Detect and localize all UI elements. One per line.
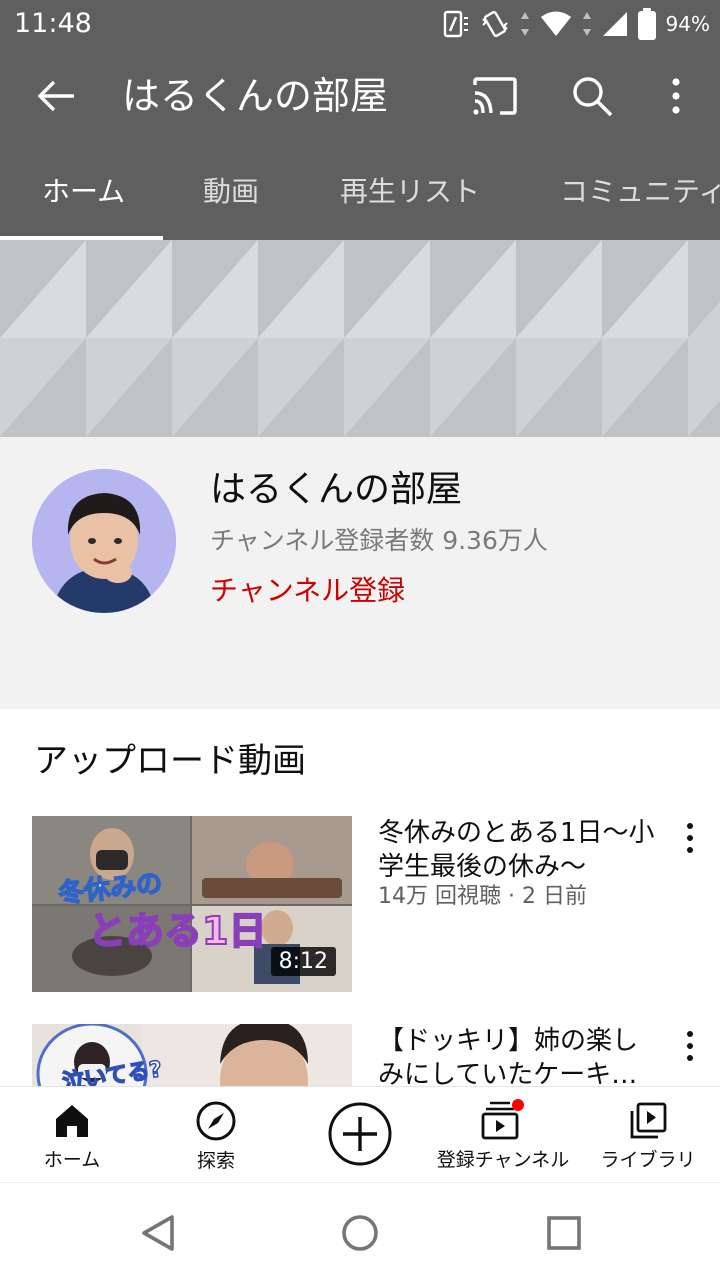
nav-home[interactable]: ホーム xyxy=(22,1087,122,1183)
data-arrows-icon xyxy=(520,12,529,36)
vibrate-icon xyxy=(481,11,508,37)
video-title[interactable]: 冬休みのとある1日〜小学生最後の休み〜 xyxy=(378,816,658,884)
nav-subscriptions-label: 登録チャンネル xyxy=(436,1149,570,1171)
channel-avatar[interactable] xyxy=(32,469,176,613)
uploads-section-title: アップロード動画 xyxy=(34,741,306,781)
tab-community[interactable]: コミュニティ xyxy=(560,144,720,240)
cell-signal-icon xyxy=(602,12,627,36)
nfc-icon xyxy=(443,10,468,38)
back-arrow-icon[interactable] xyxy=(34,74,78,118)
nav-library[interactable]: ライブラリ xyxy=(592,1087,704,1183)
battery-percent: 94% xyxy=(665,12,710,36)
system-navigation-bar xyxy=(0,1182,720,1281)
library-icon xyxy=(630,1102,667,1139)
video-more-icon[interactable] xyxy=(678,820,702,856)
status-bar: 11:48 94% xyxy=(0,0,720,48)
channel-header: はるくんの部屋 チャンネル登録者数 9.36万人 チャンネル登録 xyxy=(0,437,720,709)
status-icons: 94% xyxy=(440,6,710,42)
cast-icon[interactable] xyxy=(472,76,518,116)
banner-pattern xyxy=(0,240,720,437)
explore-icon xyxy=(196,1101,236,1141)
create-icon xyxy=(328,1102,392,1166)
search-icon[interactable] xyxy=(570,74,614,118)
tab-playlists[interactable]: 再生リスト xyxy=(340,144,480,240)
video-more-icon[interactable] xyxy=(678,1028,702,1064)
tab-home[interactable]: ホーム xyxy=(42,144,125,240)
video-duration: 8:12 xyxy=(270,947,336,976)
subscribe-button[interactable]: チャンネル登録 xyxy=(210,571,405,611)
app-bar-title: はるくんの部屋 xyxy=(122,74,389,118)
channel-tabs: ホーム 動画 再生リスト コミュニティ xyxy=(0,144,720,240)
subscriber-count: チャンネル登録者数 9.36万人 xyxy=(210,526,548,555)
battery-icon xyxy=(637,8,656,40)
app-bar: はるくんの部屋 xyxy=(0,48,720,144)
video-title[interactable]: 【ドッキリ】姉の楽しみにしていたケーキ… xyxy=(378,1024,658,1086)
nav-create[interactable] xyxy=(310,1087,410,1183)
video-item[interactable]: 冬休みの とある1日 8:12 冬休みのとある1日〜小学生最後の休み〜 14万 … xyxy=(0,816,720,994)
thumbnail-caption-2: とある1日 xyxy=(87,908,267,954)
status-time: 11:48 xyxy=(14,8,92,39)
video-thumbnail[interactable]: 泣いてる? xyxy=(32,1024,352,1086)
channel-banner xyxy=(0,240,720,437)
recents-square-icon[interactable] xyxy=(546,1215,582,1251)
home-circle-icon[interactable] xyxy=(340,1213,380,1253)
nav-explore[interactable]: 探索 xyxy=(166,1087,266,1183)
nav-explore-label: 探索 xyxy=(196,1150,235,1172)
video-item[interactable]: 泣いてる? 【ドッキリ】姉の楽しみにしていたケーキ… xyxy=(0,1024,720,1086)
wifi-icon xyxy=(540,11,571,36)
subscriptions-icon xyxy=(481,1099,524,1140)
avatar-image xyxy=(32,469,176,613)
video-meta: 14万 回視聴 · 2 日前 xyxy=(378,884,587,909)
nav-subscriptions[interactable]: 登録チャンネル xyxy=(428,1087,578,1183)
tab-videos[interactable]: 動画 xyxy=(203,144,259,240)
data-arrows-icon-2 xyxy=(582,12,591,36)
home-icon xyxy=(56,1105,88,1137)
video-thumbnail[interactable]: 冬休みの とある1日 8:12 xyxy=(32,816,352,992)
nav-home-label: ホーム xyxy=(43,1149,101,1171)
back-triangle-icon[interactable] xyxy=(138,1213,178,1253)
bottom-navigation: ホーム 探索 登録チャンネル ライブラリ xyxy=(0,1086,720,1183)
nav-library-label: ライブラリ xyxy=(600,1149,696,1171)
channel-name: はるくんの部屋 xyxy=(210,469,463,510)
more-vert-icon[interactable] xyxy=(660,74,692,118)
